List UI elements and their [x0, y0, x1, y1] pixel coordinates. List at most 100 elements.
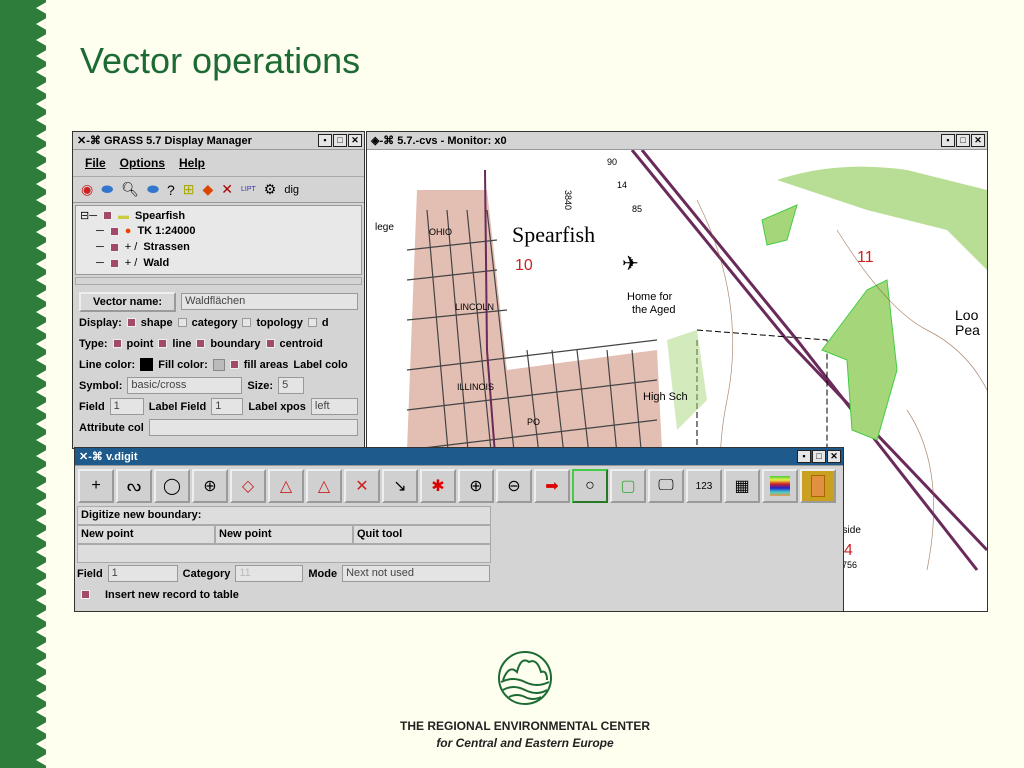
layer-checkbox[interactable] [109, 258, 119, 268]
add-layer-icon[interactable]: ⊞ [183, 181, 195, 198]
label-xpos-label: Label xpos [248, 400, 306, 413]
label-color-label: Label colo [293, 358, 348, 371]
x-icon: ✕-⌘ [77, 135, 104, 147]
mouse-middle-hint: New point [215, 525, 353, 544]
option-label: centroid [279, 337, 323, 350]
line-color-swatch[interactable] [140, 358, 154, 371]
vector-icon[interactable]: ✕ [221, 181, 233, 198]
centroid-checkbox[interactable] [265, 339, 275, 348]
display-categories-tool[interactable]: 123 [686, 469, 722, 503]
new-centroid-tool[interactable]: ⊕ [192, 469, 228, 503]
add-vertex-tool[interactable]: △ [268, 469, 304, 503]
map-label: PO [527, 417, 540, 427]
line-checkbox[interactable] [158, 339, 168, 348]
map-label: 3840 [563, 190, 573, 210]
field-input[interactable]: 1 [107, 565, 178, 582]
menu-help[interactable]: Help [179, 156, 205, 170]
tree-layer[interactable]: TK 1:24000 [137, 225, 195, 237]
field-input[interactable]: 1 [109, 398, 144, 415]
layer-checkbox[interactable] [103, 211, 113, 220]
vertex-icon: ◇ [241, 478, 255, 495]
minimize-button[interactable]: ▪ [318, 134, 332, 147]
zoom-default-tool[interactable]: ○ [572, 469, 608, 503]
new-boundary-tool[interactable]: ◯ [154, 469, 190, 503]
exit-tool[interactable] [800, 469, 836, 503]
remove-vertex-icon: △ [317, 478, 331, 495]
tree-layer[interactable]: Strassen [143, 241, 189, 253]
category-input[interactable]: 11 [235, 565, 304, 582]
menu-file[interactable]: File [85, 156, 106, 170]
tree-root[interactable]: Spearfish [135, 210, 185, 222]
topology-checkbox[interactable] [242, 318, 252, 327]
mode-select[interactable]: Next not used [342, 565, 491, 582]
display-icon[interactable]: ◉ [81, 181, 93, 198]
boundary-checkbox[interactable] [196, 339, 206, 348]
map-label: 85 [632, 204, 642, 214]
field-label: Field [77, 567, 103, 580]
help-icon[interactable]: ? [167, 182, 175, 198]
option-label: topology [256, 316, 303, 329]
pan-icon: ➡ [545, 478, 559, 495]
mode-label: Mode [308, 567, 338, 580]
labels-icon[interactable]: LIPT [241, 186, 256, 193]
maximize-button[interactable]: □ [812, 450, 826, 463]
fill-areas-checkbox[interactable] [229, 360, 239, 369]
new-point-tool[interactable]: + [78, 469, 114, 503]
new-line-tool[interactable]: ᔓ [116, 469, 152, 503]
symbol-select[interactable]: basic/cross [127, 377, 243, 394]
attribute-col-input[interactable] [148, 419, 358, 436]
insert-record-checkbox[interactable] [81, 590, 90, 599]
redraw-tool[interactable]: 🖵︎ [648, 469, 684, 503]
map-label: Home for [627, 291, 673, 303]
status-line [77, 544, 491, 563]
tree-layer[interactable]: Wald [143, 257, 169, 269]
layer-checkbox[interactable] [109, 242, 119, 252]
map-label: ILLINOIS [457, 382, 494, 392]
label-xpos-select[interactable]: left [310, 398, 358, 415]
option-label: d [321, 316, 329, 329]
minimize-button[interactable]: ▪ [941, 134, 955, 147]
point-checkbox[interactable] [112, 339, 122, 348]
close-button[interactable]: ✕ [827, 450, 841, 463]
close-button[interactable]: ✕ [971, 134, 985, 147]
vector-name-button[interactable]: Vector name: [79, 291, 177, 312]
d-checkbox[interactable] [307, 318, 317, 327]
x-icon: ✕-⌘ [79, 451, 106, 463]
delete-icon: ✱ [431, 478, 445, 495]
digitize-icon[interactable]: dig [284, 184, 299, 196]
field-label: Field [79, 400, 105, 413]
option-label: point [126, 337, 154, 350]
settings-tool[interactable] [762, 469, 798, 503]
gear-icon[interactable]: ⚙ [264, 181, 277, 198]
vector-name-input[interactable]: Waldflächen [181, 293, 358, 310]
minimize-button[interactable]: ▪ [797, 450, 811, 463]
vdigit-window: ✕-⌘ v.digit ▪ □ ✕ + ᔓ ◯ ⊕ ◇ △ △ ✕ ↘ ✱ ⊕ ⊖ … [74, 447, 844, 612]
zoom-region-tool[interactable]: ▢ [610, 469, 646, 503]
size-spinner[interactable]: 5 [278, 377, 305, 394]
shape-checkbox[interactable] [126, 318, 136, 327]
region-icon[interactable]: ⬬ [147, 181, 159, 198]
symbol-label: Symbol: [79, 379, 123, 392]
maximize-button[interactable]: □ [333, 134, 347, 147]
close-button[interactable]: ✕ [348, 134, 362, 147]
category-checkbox[interactable] [177, 318, 187, 327]
layer-checkbox[interactable] [109, 226, 119, 236]
zoom-out-tool[interactable]: ⊖ [496, 469, 532, 503]
label-field-input[interactable]: 1 [211, 398, 244, 415]
map-icon[interactable]: ⬬ [101, 181, 113, 198]
raster-icon[interactable]: ◆ [202, 181, 213, 198]
zoom-in-tool[interactable]: ⊕ [458, 469, 494, 503]
remove-vertex-tool[interactable]: △ [306, 469, 342, 503]
menu-options[interactable]: Options [120, 156, 165, 170]
move-line-tool[interactable]: ↘ [382, 469, 418, 503]
fill-color-swatch[interactable] [212, 358, 225, 371]
pan-tool[interactable]: ➡ [534, 469, 570, 503]
zoom-icon[interactable]: 🔍︎ [121, 181, 139, 198]
delete-line-tool[interactable]: ✱ [420, 469, 456, 503]
maximize-button[interactable]: □ [956, 134, 970, 147]
scrollbar[interactable] [75, 277, 362, 285]
display-attributes-tool[interactable]: ▦ [724, 469, 760, 503]
split-line-tool[interactable]: ✕ [344, 469, 380, 503]
mouse-left-hint: New point [77, 525, 215, 544]
move-vertex-tool[interactable]: ◇ [230, 469, 266, 503]
